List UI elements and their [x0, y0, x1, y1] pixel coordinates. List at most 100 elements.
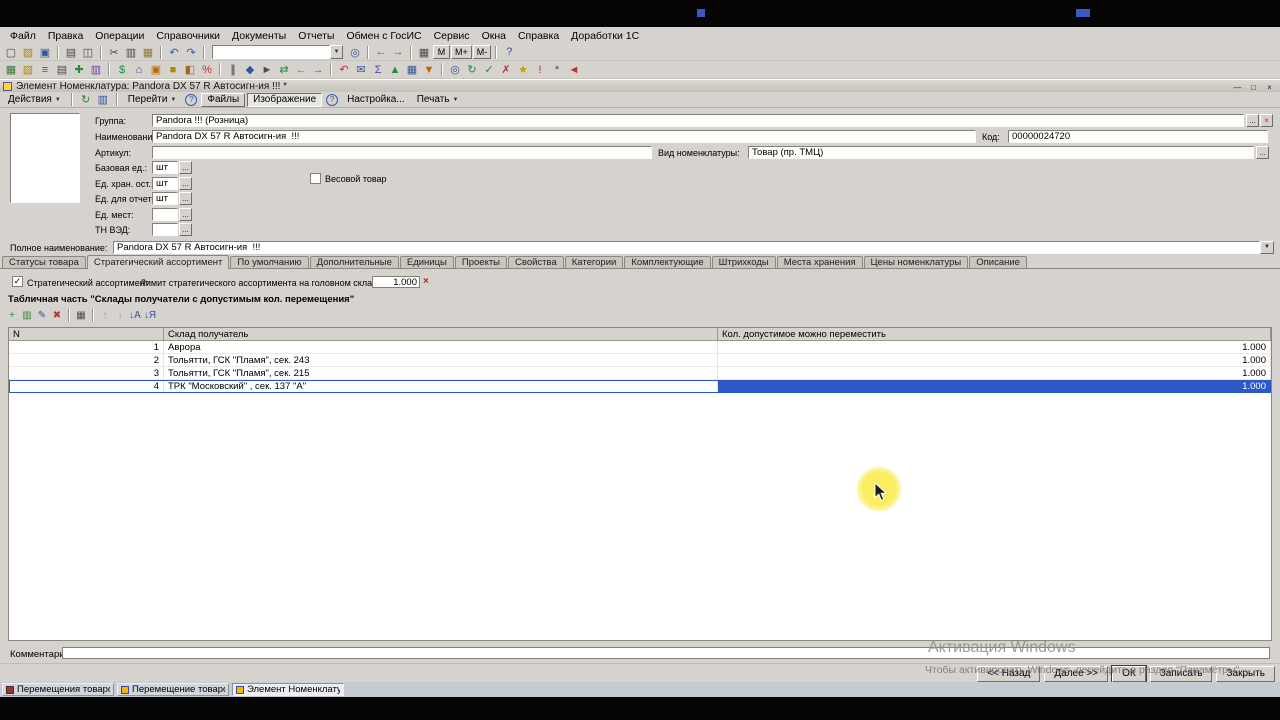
tab-Стратегический ассортимент[interactable]: Стратегический ассортимент	[86, 255, 230, 269]
memory-minus-button[interactable]: M-	[472, 45, 492, 59]
menu-item-Операции[interactable]: Операции	[89, 29, 150, 43]
next-button[interactable]: Далее >>	[1044, 665, 1109, 682]
cancel-icon[interactable]: ✗	[498, 62, 514, 77]
alert-icon[interactable]: !	[532, 62, 548, 77]
approve-icon[interactable]: ✓	[481, 62, 497, 77]
print-preview-icon[interactable]: ◫	[80, 45, 96, 60]
cut-icon[interactable]: ✂	[106, 45, 122, 60]
menu-item-Окна[interactable]: Окна	[476, 29, 512, 43]
save-icon[interactable]: ▣	[37, 45, 53, 60]
document-icon[interactable]: ▤	[54, 62, 70, 77]
storage-unit-select-button[interactable]: ...	[179, 177, 192, 190]
purchase-icon[interactable]: ←	[293, 62, 309, 77]
toolbar-combo-input[interactable]	[212, 45, 330, 59]
list-icon[interactable]: ≡	[37, 62, 53, 77]
tnved-input[interactable]	[152, 223, 178, 236]
taskbar-item[interactable]: Элемент Номенклатура: Ра...	[232, 683, 344, 696]
settings-button[interactable]: Настройка...	[342, 93, 410, 107]
taskbar-item[interactable]: Перемещение товаров: тов...	[117, 683, 229, 696]
base-unit-select-button[interactable]: ...	[179, 161, 192, 174]
undo-icon[interactable]: ↶	[166, 45, 182, 60]
tab-Места хранения[interactable]: Места хранения	[776, 256, 863, 268]
add-row-icon[interactable]: +	[5, 309, 19, 322]
group-clear-button[interactable]: ×	[1260, 114, 1273, 127]
journal-icon[interactable]: ▥	[88, 62, 104, 77]
edit-row-icon[interactable]: ✎	[35, 309, 49, 322]
table-row[interactable]: 2 Тольятти, ГСК "Пламя", сек. 243 1.000	[9, 354, 1271, 367]
barcode-icon[interactable]: ∥	[225, 62, 241, 77]
tab-Дополнительные[interactable]: Дополнительные	[309, 256, 399, 268]
menu-item-Доработки 1С[interactable]: Доработки 1С	[565, 29, 645, 43]
report-unit-select-button[interactable]: ...	[179, 192, 192, 205]
memory-button[interactable]: M	[433, 45, 450, 59]
cash-register-icon[interactable]: ▣	[148, 62, 164, 77]
limit-clear-button[interactable]: ×	[423, 276, 429, 287]
back-button[interactable]: << Назад	[977, 665, 1041, 682]
combo-dropdown-icon[interactable]: ▼	[330, 45, 343, 59]
table-row[interactable]: 1 Аврора 1.000	[9, 341, 1271, 354]
invoice-icon[interactable]: ✉	[353, 62, 369, 77]
base-unit-input[interactable]	[152, 161, 178, 174]
kind-input[interactable]	[748, 146, 1254, 159]
ok-button[interactable]: ОК	[1112, 665, 1146, 682]
delivery-icon[interactable]: ►	[259, 62, 275, 77]
places-unit-input[interactable]	[152, 208, 178, 221]
actions-menu-button[interactable]: Действия ▼	[3, 93, 66, 107]
item-image-box[interactable]	[10, 113, 80, 203]
tab-По умолчанию[interactable]: По умолчанию	[230, 256, 309, 268]
catalog-icon[interactable]: ▦	[3, 62, 19, 77]
article-input[interactable]	[152, 146, 652, 159]
column-header-qty[interactable]: Кол. допустимое можно переместить	[718, 328, 1271, 341]
sale-icon[interactable]: →	[310, 62, 326, 77]
find-icon[interactable]: ◎	[347, 45, 363, 60]
money-icon[interactable]: $	[114, 62, 130, 77]
tab-Штрихкоды[interactable]: Штрихкоды	[711, 256, 776, 268]
tab-Категории[interactable]: Категории	[564, 256, 624, 268]
box-icon[interactable]: ◧	[182, 62, 198, 77]
move-down-icon[interactable]: ↓	[113, 309, 127, 322]
menu-item-Справка[interactable]: Справка	[512, 29, 565, 43]
places-unit-select-button[interactable]: ...	[179, 208, 192, 221]
menu-item-Справочники[interactable]: Справочники	[150, 29, 226, 43]
open-icon[interactable]: ▨	[20, 45, 36, 60]
folder-icon[interactable]: ▧	[20, 62, 36, 77]
group-select-button[interactable]: ...	[1246, 114, 1259, 127]
name-input[interactable]	[152, 130, 976, 143]
close-button[interactable]: Закрыть	[1216, 665, 1275, 682]
storage-unit-input[interactable]	[152, 177, 178, 190]
price-icon[interactable]: %	[199, 62, 215, 77]
files-button[interactable]: Файлы	[201, 92, 246, 107]
code-input[interactable]	[1008, 130, 1268, 143]
chart-icon[interactable]: ▲	[387, 62, 403, 77]
exit-icon[interactable]: ◄	[566, 62, 582, 77]
redo-icon[interactable]: ↷	[183, 45, 199, 60]
menu-item-Сервис[interactable]: Сервис	[428, 29, 476, 43]
weight-checkbox[interactable]: ✓	[310, 173, 321, 184]
image-button[interactable]: Изображение	[247, 92, 323, 107]
column-header-n[interactable]: N	[9, 328, 164, 341]
limit-input[interactable]	[372, 276, 420, 288]
goods-icon[interactable]: ■	[165, 62, 181, 77]
help-icon[interactable]: ?	[185, 93, 198, 106]
calculator-icon[interactable]: ▦	[416, 45, 432, 60]
tab-Описание[interactable]: Описание	[969, 256, 1027, 268]
settings-icon[interactable]: *	[549, 62, 565, 77]
filter-icon[interactable]: ▼	[421, 62, 437, 77]
full-name-dropdown-button[interactable]: ▼	[1260, 241, 1274, 254]
write-button[interactable]: Записать	[1149, 665, 1213, 682]
sort-asc-icon[interactable]: ↓А	[128, 309, 142, 322]
return-icon[interactable]: ↶	[336, 62, 352, 77]
menu-item-Правка[interactable]: Правка	[42, 29, 89, 43]
info-icon[interactable]: ?	[326, 93, 339, 106]
table-row[interactable]: 4 ТРК "Московский" , сек. 137 "А" 1.000	[9, 380, 1271, 393]
goto-menu-button[interactable]: Перейти ▼	[123, 93, 182, 107]
copy-icon[interactable]: ▥	[123, 45, 139, 60]
delete-row-icon[interactable]: ✖	[50, 309, 64, 322]
copy-icon[interactable]: ▥	[95, 92, 111, 107]
tab-Проекты[interactable]: Проекты	[454, 256, 508, 268]
report-unit-input[interactable]	[152, 192, 178, 205]
print-menu-button[interactable]: Печать ▼	[412, 93, 464, 107]
table-row[interactable]: 3 Тольятти, ГСК "Пламя", сек. 215 1.000	[9, 367, 1271, 380]
new-item-icon[interactable]: ✚	[71, 62, 87, 77]
tab-Единицы[interactable]: Единицы	[399, 256, 454, 268]
